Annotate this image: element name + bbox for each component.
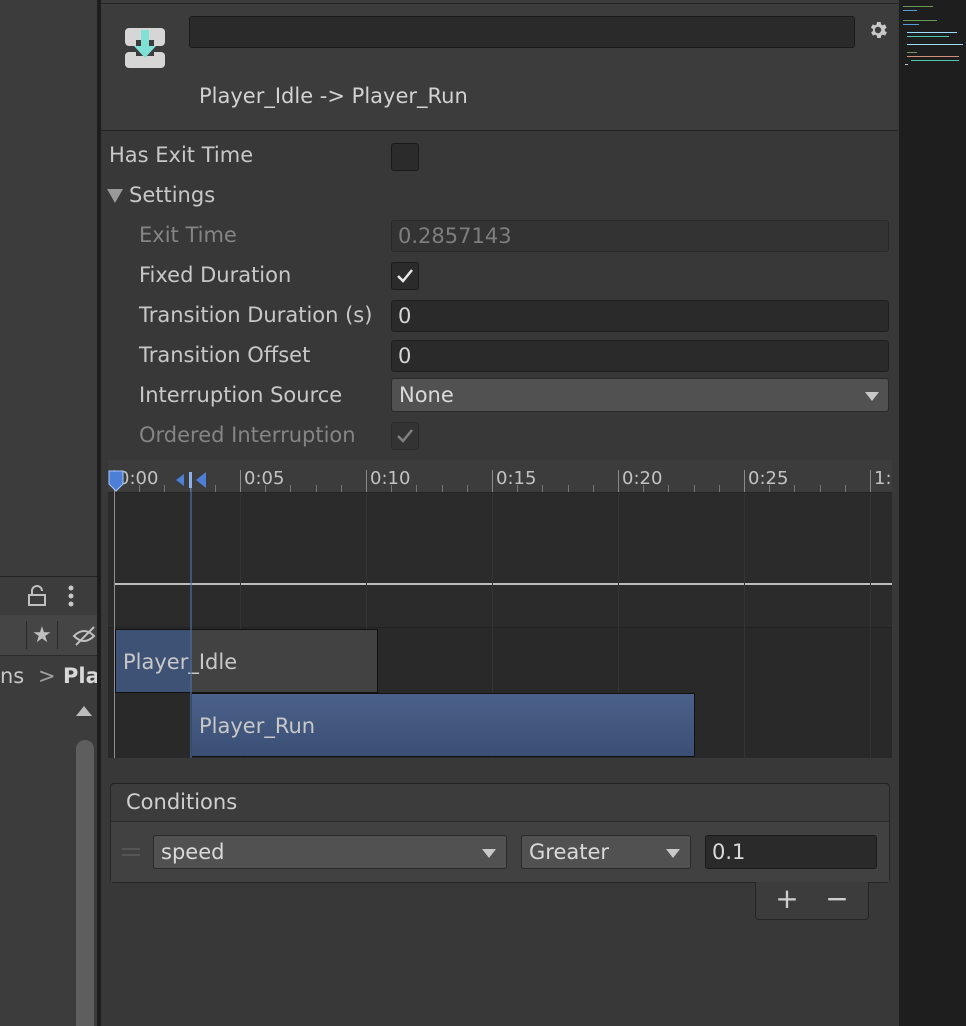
blend-curve (114, 583, 892, 585)
ruler-tick (492, 470, 493, 492)
ruler-tick-label: 0:00 (118, 468, 159, 489)
ruler-minor-tick (719, 485, 720, 492)
fixed-duration-label: Fixed Duration (139, 263, 292, 287)
breadcrumb: ns > Pla (0, 660, 98, 694)
blend-curve-area (108, 493, 892, 629)
transition-duration-label: Transition Duration (s) (139, 303, 373, 327)
divider (101, 3, 898, 4)
ruler-minor-tick (694, 485, 695, 492)
playhead-marker-icon[interactable] (108, 470, 124, 492)
exit-time-label: Exit Time (139, 223, 237, 247)
inspector-header: Player_Idle -> Player_Run (101, 0, 898, 131)
ruler-tick-label: 0:20 (622, 468, 663, 489)
ruler-minor-tick (568, 485, 569, 492)
has-exit-time-label: Has Exit Time (109, 143, 254, 167)
transition-title: Player_Idle -> Player_Run (199, 84, 468, 108)
ruler-minor-tick (820, 485, 821, 492)
transition-name-field[interactable] (189, 16, 855, 48)
checkmark-icon (397, 269, 413, 283)
expand-triangle-icon[interactable] (107, 189, 123, 203)
destination-state-label: Player_Run (199, 714, 316, 738)
transition-icon (125, 28, 165, 68)
breadcrumb-current[interactable]: Pla (63, 664, 98, 688)
ruler-minor-tick (316, 485, 317, 492)
exit-time-field[interactable]: 0.2857143 (391, 220, 889, 252)
timeline-ruler[interactable]: 0:00 0:05 0:10 0:15 0:20 0:25 1: (108, 460, 892, 493)
condition-mode-value: Greater (529, 840, 610, 864)
conditions-footer: + − (755, 882, 869, 920)
code-editor-panel[interactable] (899, 0, 966, 1026)
ordered-interruption-label: Ordered Interruption (139, 423, 356, 447)
interruption-source-label: Interruption Source (139, 383, 343, 407)
ruler-minor-tick (341, 485, 342, 492)
breadcrumb-separator: > (38, 664, 56, 688)
ruler-tick (744, 470, 745, 492)
transition-offset-field[interactable]: 0 (391, 340, 889, 372)
fixed-duration-checkbox[interactable] (391, 262, 419, 290)
has-exit-time-checkbox[interactable] (391, 143, 419, 171)
transition-duration-field[interactable]: 0 (391, 300, 889, 332)
inspector-panel: Player_Idle -> Player_Run Has Exit Time … (101, 0, 898, 1026)
drag-handle-icon[interactable] (122, 848, 140, 856)
ruler-minor-tick (794, 485, 795, 492)
conditions-header: Conditions (126, 790, 238, 814)
transition-handle-icon[interactable] (174, 470, 208, 490)
condition-mode-dropdown[interactable]: Greater (521, 835, 691, 869)
ruler-tick-label: 0:05 (244, 468, 285, 489)
conditions-list: Conditions speed Greater 0.1 (110, 783, 890, 883)
ruler-tick (240, 470, 241, 492)
code-text-thumbnail (903, 6, 963, 65)
left-search-row: ★ (0, 615, 98, 656)
chevron-down-icon (482, 849, 496, 858)
source-state-label: Player_Idle (123, 650, 238, 674)
ruler-minor-tick (467, 485, 468, 492)
condition-parameter-value: speed (161, 840, 225, 864)
transition-timeline[interactable]: 0:00 0:05 0:10 0:15 0:20 0:25 1: Player_… (108, 460, 892, 758)
scroll-up-arrow-icon[interactable] (76, 706, 92, 716)
ruler-tick-label: 0:10 (370, 468, 411, 489)
grid-line (744, 493, 745, 758)
left-panel: ★ ns > Pla (0, 0, 98, 1026)
interruption-source-dropdown[interactable]: None (391, 378, 889, 412)
ordered-interruption-checkbox[interactable] (391, 422, 419, 450)
ruler-minor-tick (542, 485, 543, 492)
star-icon[interactable]: ★ (26, 621, 58, 649)
add-condition-button[interactable]: + (770, 884, 804, 914)
scrollbar-thumb[interactable] (76, 740, 94, 1026)
ruler-tick-label: 0:15 (496, 468, 537, 489)
condition-parameter-dropdown[interactable]: speed (153, 835, 507, 869)
chevron-down-icon (865, 392, 879, 401)
breadcrumb-item[interactable]: ns (0, 664, 24, 688)
ruler-minor-tick (668, 485, 669, 492)
settings-foldout[interactable]: Settings (129, 183, 215, 207)
condition-threshold-field[interactable]: 0.1 (705, 835, 877, 869)
ruler-minor-tick (215, 485, 216, 492)
ruler-minor-tick (845, 485, 846, 492)
remove-condition-button[interactable]: − (820, 884, 854, 914)
transition-start-line (190, 488, 192, 758)
kebab-icon[interactable] (62, 584, 80, 608)
ruler-tick-label: 0:25 (748, 468, 789, 489)
ruler-tick (618, 470, 619, 492)
interruption-source-value: None (399, 383, 454, 407)
chevron-down-icon (666, 849, 680, 858)
checkmark-icon (397, 429, 413, 443)
lock-icon[interactable] (26, 585, 48, 607)
left-toolbar (0, 576, 98, 616)
grid-line (870, 493, 871, 758)
ruler-tick-label: 1: (874, 468, 892, 489)
ruler-minor-tick (290, 485, 291, 492)
transition-offset-label: Transition Offset (139, 343, 311, 367)
ruler-minor-tick (164, 485, 165, 492)
ruler-tick (366, 470, 367, 492)
eye-off-icon[interactable] (70, 621, 98, 649)
ruler-minor-tick (593, 485, 594, 492)
playhead-line (114, 492, 115, 758)
ruler-tick (870, 470, 871, 492)
ruler-minor-tick (442, 485, 443, 492)
gear-icon[interactable] (867, 19, 889, 41)
ruler-minor-tick (416, 485, 417, 492)
